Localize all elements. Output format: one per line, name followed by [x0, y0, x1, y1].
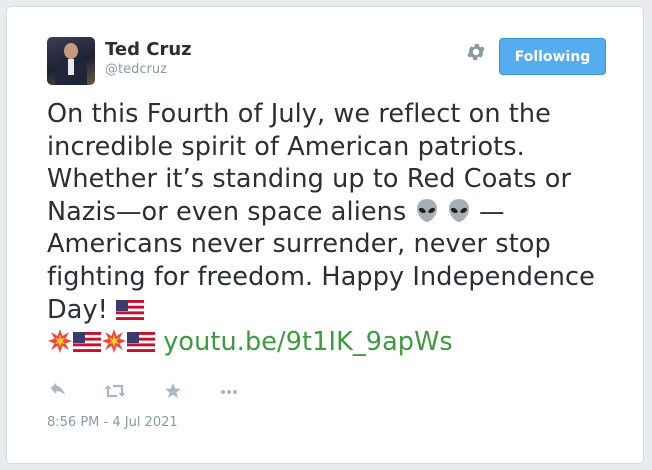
collision-emoji — [102, 329, 126, 354]
gear-icon[interactable] — [465, 41, 487, 63]
user-handle[interactable]: @tedcruz — [105, 62, 167, 77]
user-name[interactable]: Ted Cruz — [105, 39, 192, 60]
tweet-link[interactable]: youtu.be/9t1IK_9apWs — [163, 327, 453, 357]
tweet-timestamp[interactable]: 8:56 PM - 4 Jul 2021 — [47, 415, 178, 430]
reply-icon[interactable] — [47, 381, 71, 401]
collision-emoji — [48, 329, 72, 354]
us-flag-emoji — [73, 332, 101, 353]
more-icon[interactable] — [217, 381, 241, 401]
alien-emoji — [448, 198, 469, 222]
avatar[interactable] — [47, 37, 95, 85]
favorite-icon[interactable] — [161, 381, 185, 401]
alien-emoji — [416, 198, 437, 222]
following-button[interactable]: Following — [499, 38, 606, 75]
retweet-icon[interactable] — [103, 381, 127, 401]
tweet-text: On this Fourth of July, we reflect on th… — [47, 98, 627, 359]
tweet-card: Ted Cruz @tedcruz Following On this Four… — [6, 6, 644, 464]
us-flag-emoji — [127, 332, 155, 353]
us-flag-emoji — [116, 299, 145, 320]
